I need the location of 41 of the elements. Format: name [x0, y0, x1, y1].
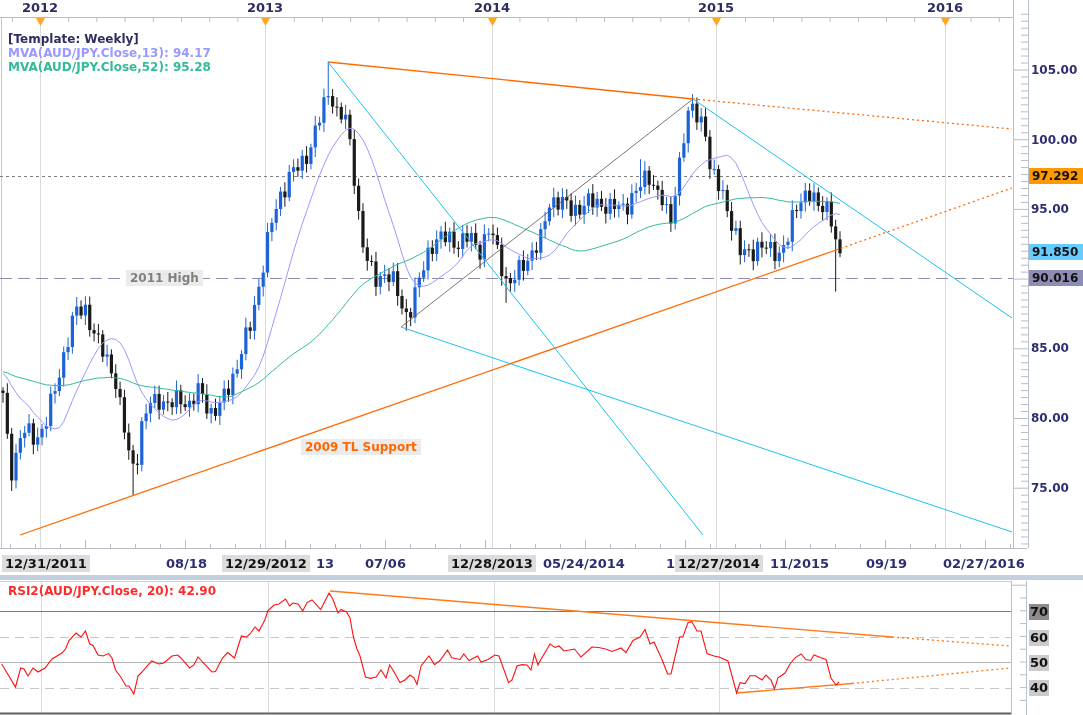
price-axis-label: 85.00 — [1031, 340, 1069, 356]
date-axis-label: 12/29/2012 — [222, 555, 310, 572]
indicator-label: MVA(AUD/JPY.Close,13): 94.17 — [8, 46, 211, 60]
date-axis-label: 12/31/2011 — [2, 555, 90, 572]
rsi-axis-label: 60 — [1029, 630, 1050, 646]
rsi-axis-label: 70 — [1029, 604, 1050, 620]
triangle-marker-icon — [36, 18, 45, 26]
date-axis-label: 12/27/2014 — [675, 555, 763, 572]
price-marker: 91.850 — [1029, 244, 1083, 260]
rsi-axis-label: 40 — [1029, 680, 1050, 696]
year-label: 2015 — [697, 0, 735, 16]
year-label: 2014 — [473, 0, 511, 16]
price-axis-label: 95.00 — [1031, 201, 1069, 217]
rsi-axis-label: 50 — [1029, 655, 1050, 671]
price-axis-label: 80.00 — [1031, 410, 1069, 426]
triangle-marker-icon — [712, 18, 721, 26]
price-axis-label: 75.00 — [1031, 480, 1069, 496]
price-marker: 90.016 — [1029, 270, 1083, 286]
price-marker: 97.292 — [1029, 168, 1083, 184]
triangle-marker-icon — [488, 18, 497, 26]
date-axis-label: 11/2015 — [769, 555, 831, 572]
date-axis-label: 13 — [315, 555, 336, 572]
year-label: 2012 — [21, 0, 59, 16]
price-axis-label: 105.00 — [1031, 62, 1078, 78]
template-label: [Template: Weekly] — [8, 32, 139, 46]
date-axis-label: 08/18 — [165, 555, 208, 572]
price-axis-label: 100.00 — [1031, 132, 1078, 148]
indicator-label: MVA(AUD/JPY.Close,52): 95.28 — [8, 60, 211, 74]
rsi-title: RSI2(AUD/JPY.Close, 20): 42.90 — [8, 584, 216, 599]
date-axis-label: 12/28/2013 — [448, 555, 536, 572]
triangle-marker-icon — [261, 18, 270, 26]
date-axis-label: 1 — [665, 555, 677, 572]
date-axis-label: 07/06 — [364, 555, 407, 572]
year-label: 2016 — [926, 0, 964, 16]
year-label: 2013 — [246, 0, 284, 16]
annotation-label: 2009 TL Support — [301, 439, 421, 455]
annotation-label: 2011 High — [126, 270, 203, 286]
triangle-marker-icon — [941, 18, 950, 26]
date-axis-label: 02/27/2016 — [942, 555, 1026, 572]
date-axis-label: 09/19 — [865, 555, 908, 572]
date-axis-label: 05/24/2014 — [542, 555, 626, 572]
